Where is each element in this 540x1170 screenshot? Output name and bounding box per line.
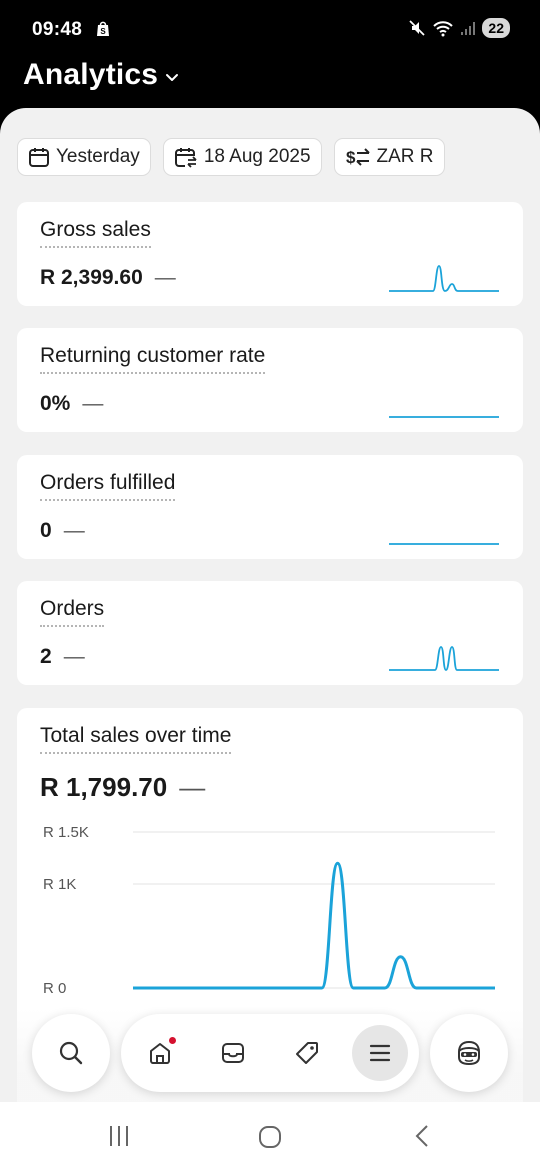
currency-exchange-icon: $ [346,148,370,167]
battery-indicator: 22 [482,18,510,38]
metric-title[interactable]: Returning customer rate [40,344,266,375]
nav-products[interactable] [279,1025,335,1081]
metric-title[interactable]: Orders fulfilled [40,471,176,502]
metric-value: 0% [40,392,71,415]
orders-card[interactable]: Orders 2 — [17,581,523,685]
mute-icon [409,20,426,36]
sparkline [389,543,499,545]
metric-value: R 2,399.60 [40,266,143,289]
svg-text:$: $ [346,148,356,167]
y-tick-label: R 1K [43,876,76,893]
sales-series-line [133,861,495,990]
nav-inbox[interactable] [205,1025,261,1081]
search-icon [59,1041,83,1065]
notification-dot [167,1035,178,1046]
metric-change: — [154,266,176,289]
menu-icon [369,1044,391,1062]
orders-fulfilled-card[interactable]: Orders fulfilled 0 — [17,455,523,559]
signal-icon [461,22,476,35]
tag-icon [296,1042,318,1064]
metric-title[interactable]: Orders [40,597,105,628]
metric-value-row: 0% — [40,392,103,416]
y-tick-label: R 0 [43,980,66,997]
metric-value-row: 2 — [40,645,85,669]
calendar-compare-icon [174,148,197,168]
currency-button[interactable]: $ ZAR R [333,138,445,176]
avatar-icon [458,1040,480,1066]
back-icon[interactable] [412,1124,432,1148]
system-navigation-bar [0,1102,540,1170]
filter-bar: Yesterday 18 Aug 2025 $ ZAR R [17,138,445,176]
search-button[interactable] [32,1014,110,1092]
currency-label: ZAR R [376,146,434,167]
shopify-bag-icon: S [97,21,109,36]
recent-apps-icon[interactable] [107,1124,131,1148]
metric-change: — [82,392,104,415]
status-icons: 22 [408,18,510,38]
svg-text:S: S [100,27,106,36]
analytics-sheet: Yesterday 18 Aug 2025 $ ZAR R Gross sale… [0,108,540,1170]
nav-menu[interactable] [352,1025,408,1081]
metric-value-row: R 2,399.60 — [40,266,176,290]
metric-title[interactable]: Gross sales [40,218,151,249]
sparkline [389,646,499,671]
status-bar: 09:48 S 22 [0,0,540,58]
sidekick-button[interactable] [430,1014,508,1092]
home-circle-icon[interactable] [257,1124,283,1150]
wifi-icon [433,21,454,37]
inbox-icon [222,1043,244,1063]
returning-customer-rate-card[interactable]: Returning customer rate 0% — [17,328,523,432]
sparkline [389,416,499,418]
status-time: 09:48 [32,19,83,40]
chevron-down-icon [166,74,179,81]
date-range-button[interactable]: Yesterday [17,138,151,176]
analytics-dropdown[interactable]: Analytics [23,58,180,92]
y-tick-label: R 1.5K [43,824,89,841]
compare-date-button[interactable]: 18 Aug 2025 [162,138,322,176]
metric-value: 2 [40,645,52,668]
compare-date-label: 18 Aug 2025 [203,146,311,167]
gross-sales-card[interactable]: Gross sales R 2,399.60 — [17,202,523,306]
calendar-icon [29,148,49,167]
metric-value: 0 [40,519,52,542]
date-range-label: Yesterday [56,146,140,167]
metric-change: — [63,519,85,542]
metric-value-row: 0 — [40,519,85,543]
page-title: Analytics [23,58,159,91]
main-nav [121,1014,419,1092]
metric-change: — [63,645,85,668]
sparkline [389,265,499,292]
nav-home[interactable] [132,1025,188,1081]
